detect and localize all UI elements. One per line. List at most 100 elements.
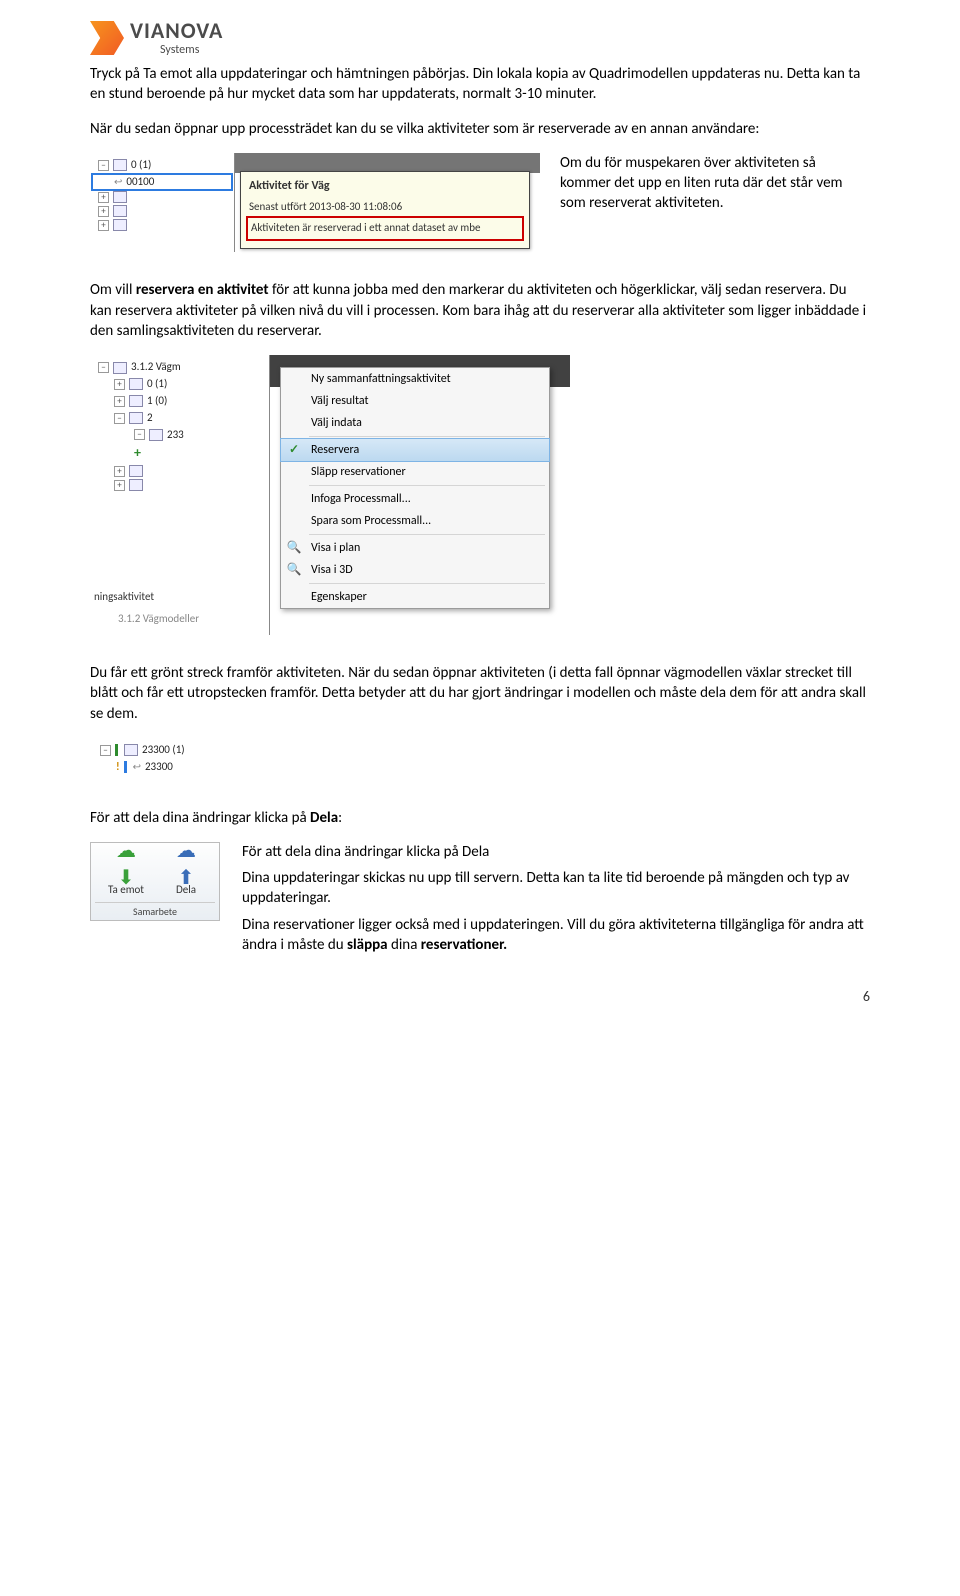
menu-label: Reservera	[311, 442, 359, 458]
text: För att dela dina ändringar klicka på	[90, 809, 310, 827]
menu-show-3d[interactable]: 🔍 Visa i 3D	[281, 559, 549, 581]
expand-icon[interactable]: +	[98, 192, 109, 203]
menu-save-template[interactable]: Spara som Processmall...	[281, 510, 549, 532]
menu-new-summary[interactable]: Ny sammanfattningsaktivitet	[281, 368, 549, 390]
tree-item-label: 233	[167, 428, 184, 443]
tree-row-green[interactable]: − 23300 (1)	[94, 742, 286, 759]
blue-status-bar-icon	[124, 761, 127, 773]
figure-tooltip-block: − 0 (1) ↩ 00100 + + +	[90, 153, 870, 253]
magnifier-icon: 🔍	[285, 539, 303, 557]
tree-node-icon	[113, 219, 127, 231]
tree-tooltip-screenshot: − 0 (1) ↩ 00100 + + +	[90, 153, 540, 253]
tree-node-icon	[113, 191, 127, 203]
tree-item-label[interactable]: 0 (1)	[131, 158, 151, 173]
tree-node-icon	[129, 395, 143, 407]
menu-reserve[interactable]: ✓Reservera	[281, 439, 549, 461]
menu-label: Välj resultat	[311, 393, 369, 409]
menu-release[interactable]: Släpp reservationer	[281, 461, 549, 483]
menu-select-result[interactable]: Välj resultat	[281, 390, 549, 412]
tree-item-label: 1 (0)	[147, 394, 167, 409]
brand-name: VIANOVA	[130, 20, 223, 42]
tree-node-icon	[129, 412, 143, 424]
text-bold: reservera en aktivitet	[136, 281, 269, 299]
road-arrow-icon: ↩	[133, 760, 141, 774]
context-menu: Ny sammanfattningsaktivitet Välj resulta…	[280, 367, 550, 609]
text: :	[338, 809, 342, 827]
menu-label: Visa i 3D	[311, 562, 353, 578]
menu-label: Ny sammanfattningsaktivitet	[311, 371, 451, 387]
blank-icon	[285, 370, 303, 388]
expand-icon[interactable]: +	[114, 466, 125, 477]
receive-button[interactable]: ☁⬇ Ta emot	[108, 849, 144, 898]
menu-separator	[309, 583, 545, 584]
brand-sub: Systems	[160, 44, 223, 56]
cloud-upload-icon: ☁⬆	[170, 849, 202, 881]
tree-item-00100[interactable]: ↩ 00100	[92, 174, 232, 191]
text-bold: reservationer.	[421, 936, 507, 954]
expand-icon[interactable]: +	[114, 396, 125, 407]
text: Om vill	[90, 281, 136, 299]
paragraph-share: För att dela dina ändringar klicka på De…	[90, 808, 870, 828]
blank-icon	[285, 392, 303, 410]
tree-node-icon	[113, 205, 127, 217]
blank-icon	[285, 512, 303, 530]
menu-properties[interactable]: Egenskaper	[281, 586, 549, 608]
text-bold: släppa	[347, 936, 388, 954]
menu-select-indata[interactable]: Välj indata	[281, 412, 549, 434]
paragraph-intro: Tryck på Ta emot alla uppdateringar och …	[90, 64, 870, 105]
cloud-download-icon: ☁⬇	[110, 849, 142, 881]
menu-separator	[309, 485, 545, 486]
vianova-icon	[90, 21, 124, 55]
collapse-icon[interactable]: −	[98, 160, 109, 171]
process-tree-panel: − 0 (1) ↩ 00100 + + +	[90, 153, 235, 253]
blank-icon	[285, 463, 303, 481]
blank-icon	[285, 588, 303, 606]
activity-tooltip: Aktivitet för Väg Senast utfört 2013-08-…	[240, 171, 530, 249]
collapse-icon[interactable]: −	[100, 745, 111, 756]
expand-icon[interactable]: +	[114, 480, 125, 491]
menu-separator	[309, 436, 545, 437]
expand-icon[interactable]: +	[98, 220, 109, 231]
blank-icon	[285, 490, 303, 508]
collapse-icon[interactable]: −	[98, 362, 109, 373]
share-explanation: För att dela dina ändringar klicka på De…	[242, 842, 870, 961]
text-line: Dina reservationer ligger också med i up…	[242, 915, 870, 956]
paragraph-green-blue: Du får ett grönt streck framför aktivite…	[90, 663, 870, 724]
share-button[interactable]: ☁⬆ Dela	[170, 849, 202, 898]
exclamation-icon: !	[116, 760, 120, 775]
tree-node-icon	[113, 159, 127, 171]
menu-label: Egenskaper	[311, 589, 367, 605]
menu-label: Släpp reservationer	[311, 464, 406, 480]
tree-node-icon	[124, 744, 138, 756]
expand-icon[interactable]: +	[98, 206, 109, 217]
cut-title: 3.1.2 Vägmodeller	[118, 612, 199, 627]
brand-logo: VIANOVA Systems	[90, 20, 870, 56]
menu-show-plan[interactable]: 🔍Visa i plan	[281, 537, 549, 559]
menu-insert-template[interactable]: Infoga Processmall...	[281, 488, 549, 510]
tree-node-icon	[149, 429, 163, 441]
menu-label: Välj indata	[311, 415, 362, 431]
dark-app-bar	[235, 153, 540, 173]
tree-node-icon	[129, 479, 143, 491]
plus-green-icon[interactable]: +	[134, 444, 141, 463]
collapse-icon[interactable]: −	[114, 413, 125, 424]
road-arrow-icon: ↩	[114, 175, 122, 189]
button-label: Ta emot	[108, 883, 144, 898]
magnifier-icon: 🔍	[285, 561, 303, 579]
green-status-bar-icon	[115, 744, 118, 756]
tree-row-blue[interactable]: ! ↩ 23300	[94, 759, 286, 776]
tooltip-title: Aktivitet för Väg	[249, 178, 521, 194]
tree-node-icon	[129, 465, 143, 477]
cut-label: ningsaktivitet	[94, 590, 154, 605]
tree-item-label: 23300 (1)	[142, 743, 185, 758]
collapse-icon[interactable]: −	[134, 429, 145, 440]
paragraph-open-tree: När du sedan öppnar upp processträdet ka…	[90, 119, 870, 139]
text-line: För att dela dina ändringar klicka på De…	[242, 842, 870, 862]
text-bold: Dela	[310, 809, 338, 827]
tree-node-icon	[129, 378, 143, 390]
tooltip-last-run: Senast utfört 2013-08-30 11:08:06	[249, 200, 521, 215]
ribbon-group-screenshot: ☁⬇ Ta emot ☁⬆ Dela Samarbete	[90, 842, 220, 921]
tooltip-explanation: Om du för muspekaren över aktiviteten så…	[560, 153, 870, 214]
tooltip-reserved-by: Aktiviteten är reserverad i ett annat da…	[249, 219, 521, 238]
expand-icon[interactable]: +	[114, 379, 125, 390]
